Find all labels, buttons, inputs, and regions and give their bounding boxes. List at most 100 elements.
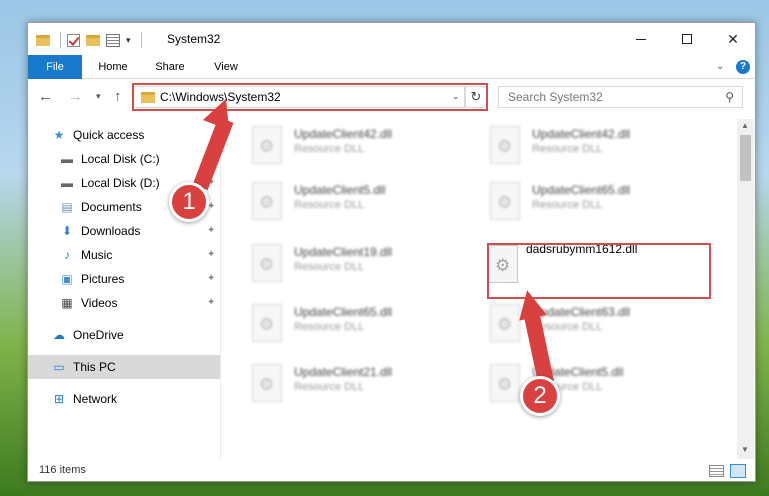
cloud-icon: ☁ [53,327,65,342]
sidebar-item-local-disk-c[interactable]: ▬ Local Disk (C:) [60,148,160,170]
dll-file-icon [252,304,282,342]
toolbar-divider [140,32,142,48]
sidebar-item-quick-access[interactable]: ★ Quick access [52,124,145,146]
sidebar-item-label: Local Disk (D:) [81,176,160,190]
sidebar-item-network[interactable]: ⊞ Network [52,388,117,410]
file-type: Resource DLL [294,199,365,211]
explorer-window: ▾ System32 ✕ File Home Share View ⌄ ? ← … [27,22,756,482]
sidebar-item-downloads[interactable]: ⬇ Downloads [60,220,140,242]
toolbar-divider [60,32,61,48]
sidebar-item-videos[interactable]: ▦ Videos [60,292,117,314]
list-item[interactable]: UpdateClient42.dll Resource DLL [462,121,692,169]
step-badge-1: 1 [169,182,209,222]
file-type: Resource DLL [532,143,603,155]
large-icons-view-icon[interactable] [730,464,746,478]
dll-file-icon [490,126,520,164]
back-button[interactable]: ← [38,88,53,105]
list-item[interactable]: UpdateClient42.dll Resource DLL [224,121,454,169]
sidebar-item-label: Network [73,392,118,406]
sidebar-item-local-disk-d[interactable]: ▬ Local Disk (D:) [60,172,160,194]
recent-locations-icon[interactable]: ▾ [96,91,101,102]
pictures-icon: ▣ [61,271,73,286]
expand-ribbon-icon[interactable]: ⌄ [716,61,724,72]
tab-file[interactable]: File [28,55,82,79]
network-icon: ⊞ [53,391,65,406]
chevron-down-icon[interactable]: ▾ [126,35,131,46]
pin-icon[interactable]: ✦ [207,297,215,308]
list-item[interactable]: UpdateClient5.dll Resource DLL [224,177,454,225]
list-item[interactable]: UpdateClient65.dll Resource DLL [462,177,692,225]
step-badge-2: 2 [520,376,560,416]
file-name: UpdateClient42.dll [532,127,631,141]
sidebar-item-onedrive[interactable]: ☁ OneDrive [52,324,124,346]
list-item[interactable]: UpdateClient65.dll Resource DLL [224,299,454,347]
quick-access-toolbar: ▾ [36,32,142,48]
file-type: Resource DLL [532,199,603,211]
star-icon: ★ [53,127,65,142]
scroll-down-icon[interactable]: ▼ [741,445,749,454]
sidebar-item-pictures[interactable]: ▣ Pictures [60,268,124,290]
maximize-icon [682,34,692,44]
sidebar-item-music[interactable]: ♪ Music [60,244,112,266]
drive-icon: ▬ [61,151,73,166]
sidebar-item-label: Music [81,248,113,262]
sidebar-item-label: This PC [73,360,116,374]
ribbon: File Home Share View ⌄ ? [28,55,755,79]
folder-icon [36,34,50,46]
details-view-icon[interactable] [709,465,724,477]
file-name: UpdateClient42.dll [294,127,393,141]
customize-icon[interactable] [106,33,120,47]
drive-icon: ▬ [61,175,73,190]
scroll-thumb[interactable] [740,135,751,181]
search-input[interactable]: Search System32 ⚲ [498,86,743,108]
address-highlight-box [132,83,488,111]
list-item[interactable]: UpdateClient21.dll Resource DLL [224,359,454,407]
search-placeholder: Search System32 [508,90,603,104]
file-name: UpdateClient21.dll [294,365,393,379]
pin-icon[interactable]: ✦ [207,225,215,236]
tab-share[interactable]: Share [150,55,190,79]
file-type: Resource DLL [294,143,365,155]
search-icon: ⚲ [725,90,734,104]
sidebar-item-label: Documents [81,200,142,214]
file-name: UpdateClient65.dll [294,305,393,319]
documents-icon: ▤ [61,199,73,214]
dll-file-icon [252,364,282,402]
sidebar-item-label: Quick access [73,128,145,142]
dll-file-icon [252,126,282,164]
pin-icon[interactable]: ✦ [207,273,215,284]
sidebar-item-label: Local Disk (C:) [81,152,160,166]
forward-button[interactable]: → [68,88,83,105]
navigation-pane: ★ Quick access ▬ Local Disk (C:) ✦ ▬ Loc… [28,119,223,459]
list-item[interactable]: UpdateClient19.dll Resource DLL [224,239,454,287]
dll-file-icon [490,304,520,342]
file-list: UpdateClient42.dll Resource DLL UpdateCl… [224,119,736,459]
file-name: UpdateClient5.dll [294,183,386,197]
properties-check-icon[interactable] [67,33,80,47]
item-count: 116 items [39,464,86,476]
sidebar-item-label: Videos [81,296,118,310]
dll-file-icon [252,182,282,220]
close-button[interactable]: ✕ [710,23,756,55]
maximize-button[interactable] [664,23,710,55]
minimize-button[interactable] [618,23,664,55]
window-title: System32 [167,32,221,46]
sidebar-item-label: OneDrive [73,328,124,342]
tab-home[interactable]: Home [92,55,134,79]
dll-file-icon [490,364,520,402]
list-item[interactable]: UpdateClient5.dll Resource DLL [462,359,692,407]
sidebar-item-label: Downloads [81,224,141,238]
list-item[interactable]: UpdateClient63.dll Resource DLL [462,299,692,347]
pin-icon[interactable]: ✦ [207,249,215,260]
sidebar-item-documents[interactable]: ▤ Documents [60,196,142,218]
sidebar-item-this-pc[interactable]: ▭ This PC [52,356,116,378]
pane-divider[interactable] [220,119,221,459]
dll-file-icon [252,244,282,282]
up-button[interactable]: ↑ [114,88,122,105]
tab-view[interactable]: View [208,55,244,79]
scroll-up-icon[interactable]: ▲ [741,121,749,130]
download-icon: ⬇ [61,223,73,238]
new-folder-icon[interactable] [86,34,100,46]
help-icon[interactable]: ? [736,60,750,74]
vertical-scrollbar[interactable]: ▲ ▼ [737,119,754,459]
